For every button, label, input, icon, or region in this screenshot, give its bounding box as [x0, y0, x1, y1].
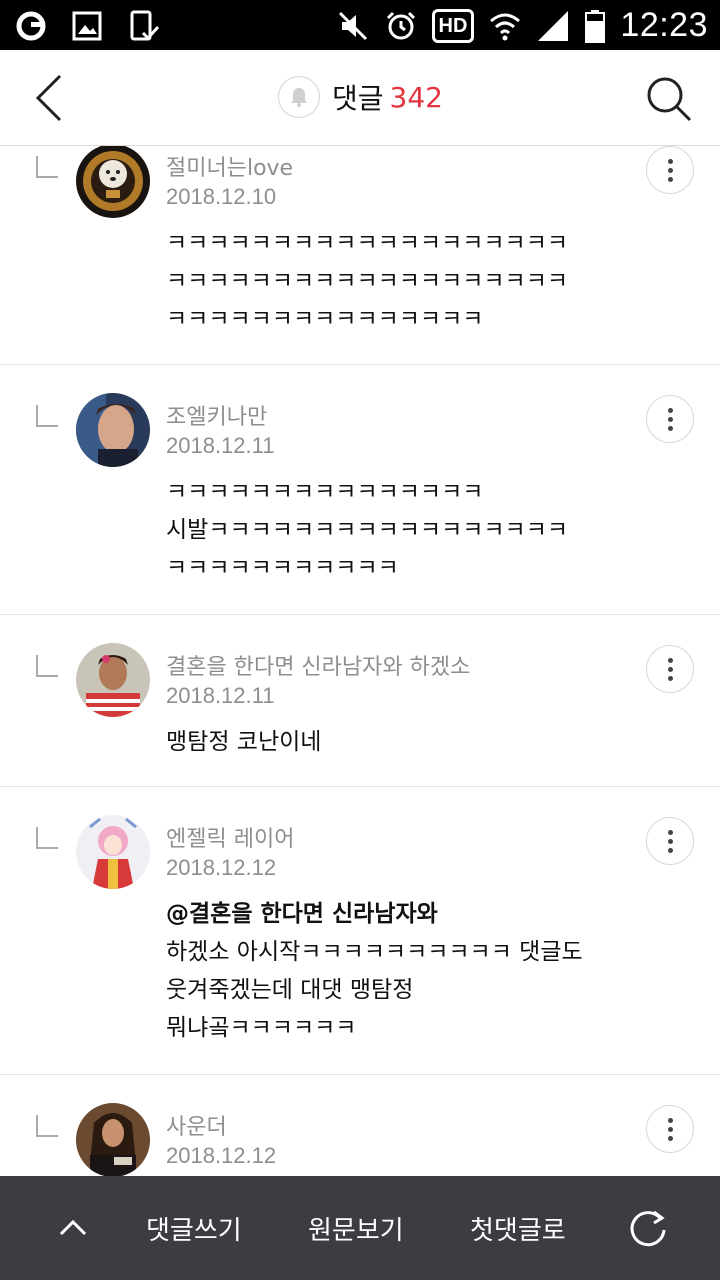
comment-text: 맹탐정 코난이네	[166, 729, 322, 755]
wifi-icon	[488, 9, 522, 43]
comment-author[interactable]: 조엘키나만	[166, 399, 267, 431]
avatar[interactable]	[76, 1103, 150, 1176]
comment-item: 결혼을 한다면 신라남자와 하겠소 2018.12.11 맹탐정 코난이네	[0, 615, 720, 787]
search-button[interactable]	[644, 74, 694, 124]
comment-text: 하겠소 아시작ㅋㅋㅋㅋㅋㅋㅋㅋㅋㅋ 댓글도 웃겨죽겠는데 대댓 맹탐정 뭐냐곸ㅋ…	[166, 939, 583, 1041]
refresh-button[interactable]	[626, 1206, 670, 1250]
mute-icon	[336, 9, 370, 43]
refresh-icon	[630, 1210, 666, 1247]
comment-item: 조엘키나만 2018.12.11 ㅋㅋㅋㅋㅋㅋㅋㅋㅋㅋㅋㅋㅋㅋㅋ 시발ㅋㅋㅋㅋㅋ…	[0, 365, 720, 615]
reply-indent-icon	[36, 405, 58, 427]
status-bar: HD 12:23	[0, 0, 720, 50]
bottom-toolbar: 댓글쓰기 원문보기 첫댓글로	[0, 1176, 720, 1280]
notification-bell-button[interactable]	[278, 76, 320, 118]
reply-indent-icon	[36, 156, 58, 178]
first-comment-button[interactable]: 첫댓글로	[470, 1210, 566, 1247]
comment-date: 2018.12.12	[166, 855, 277, 880]
more-vertical-icon	[667, 829, 673, 853]
avatar[interactable]	[76, 815, 150, 889]
avatar[interactable]	[76, 146, 150, 218]
comment-date: 2018.12.11	[166, 433, 275, 458]
app-header: 댓글 342	[0, 50, 720, 146]
comment-author[interactable]: 결혼을 한다면 신라남자와 하겠소	[166, 649, 470, 681]
more-vertical-icon	[667, 1117, 673, 1141]
phone-check-icon	[126, 9, 160, 43]
reply-indent-icon	[36, 827, 58, 849]
comment-author[interactable]: 사운더	[166, 1109, 227, 1141]
signal-icon	[536, 9, 570, 43]
scroll-top-button[interactable]	[56, 1212, 90, 1242]
comment-date: 2018.12.11	[166, 683, 275, 708]
clock: 12:23	[620, 6, 708, 44]
comment-more-button[interactable]	[646, 1105, 694, 1153]
comment-author[interactable]: 엔젤릭 레이어	[166, 821, 294, 853]
battery-icon	[584, 9, 606, 43]
view-original-button[interactable]: 원문보기	[308, 1210, 404, 1247]
comment-list[interactable]: 절미너는love 2018.12.10 ㅋㅋㅋㅋㅋㅋㅋㅋㅋㅋㅋㅋㅋㅋㅋㅋㅋㅋㅋ …	[0, 146, 720, 1176]
back-button[interactable]	[26, 72, 70, 124]
gallery-icon	[70, 9, 104, 43]
reply-indent-icon	[36, 1115, 58, 1137]
page-title-group: 댓글 342	[278, 76, 443, 118]
comment-mention[interactable]: @결혼을 한다면 신라남자와	[166, 895, 646, 933]
more-vertical-icon	[667, 657, 673, 681]
comment-count: 342	[389, 80, 443, 114]
alarm-icon	[384, 9, 418, 43]
comment-more-button[interactable]	[646, 645, 694, 693]
bell-icon	[291, 88, 307, 107]
comment-author[interactable]: 절미너는love	[166, 150, 293, 182]
comment-more-button[interactable]	[646, 817, 694, 865]
search-icon	[647, 77, 692, 122]
comment-date: 2018.12.10	[166, 184, 277, 209]
hd-icon: HD	[431, 8, 475, 43]
olleh-icon	[14, 9, 48, 43]
more-vertical-icon	[667, 158, 673, 182]
avatar[interactable]	[76, 643, 150, 717]
reply-indent-icon	[36, 655, 58, 677]
page-title: 댓글	[332, 82, 384, 115]
comment-more-button[interactable]	[646, 395, 694, 443]
comment-more-button[interactable]	[646, 146, 694, 194]
comment-text: ㅋㅋㅋㅋㅋㅋㅋㅋㅋㅋㅋㅋㅋㅋㅋㅋㅋㅋㅋ ㅋㅋㅋㅋㅋㅋㅋㅋㅋㅋㅋㅋㅋㅋㅋㅋㅋㅋㅋ …	[166, 230, 569, 332]
write-comment-button[interactable]: 댓글쓰기	[146, 1210, 242, 1247]
comment-item: 사운더 2018.12.12	[0, 1075, 720, 1176]
avatar[interactable]	[76, 393, 150, 467]
more-vertical-icon	[667, 407, 673, 431]
comment-item: 절미너는love 2018.12.10 ㅋㅋㅋㅋㅋㅋㅋㅋㅋㅋㅋㅋㅋㅋㅋㅋㅋㅋㅋ …	[0, 146, 720, 365]
chevron-up-icon	[59, 1219, 87, 1236]
chevron-left-icon	[35, 74, 62, 122]
comment-date: 2018.12.12	[166, 1143, 277, 1168]
comment-item: 엔젤릭 레이어 2018.12.12 @결혼을 한다면 신라남자와 하겠소 아시…	[0, 787, 720, 1075]
comment-text: ㅋㅋㅋㅋㅋㅋㅋㅋㅋㅋㅋㅋㅋㅋㅋ 시발ㅋㅋㅋㅋㅋㅋㅋㅋㅋㅋㅋㅋㅋㅋㅋㅋㅋ ㅋㅋㅋㅋ…	[166, 479, 569, 581]
